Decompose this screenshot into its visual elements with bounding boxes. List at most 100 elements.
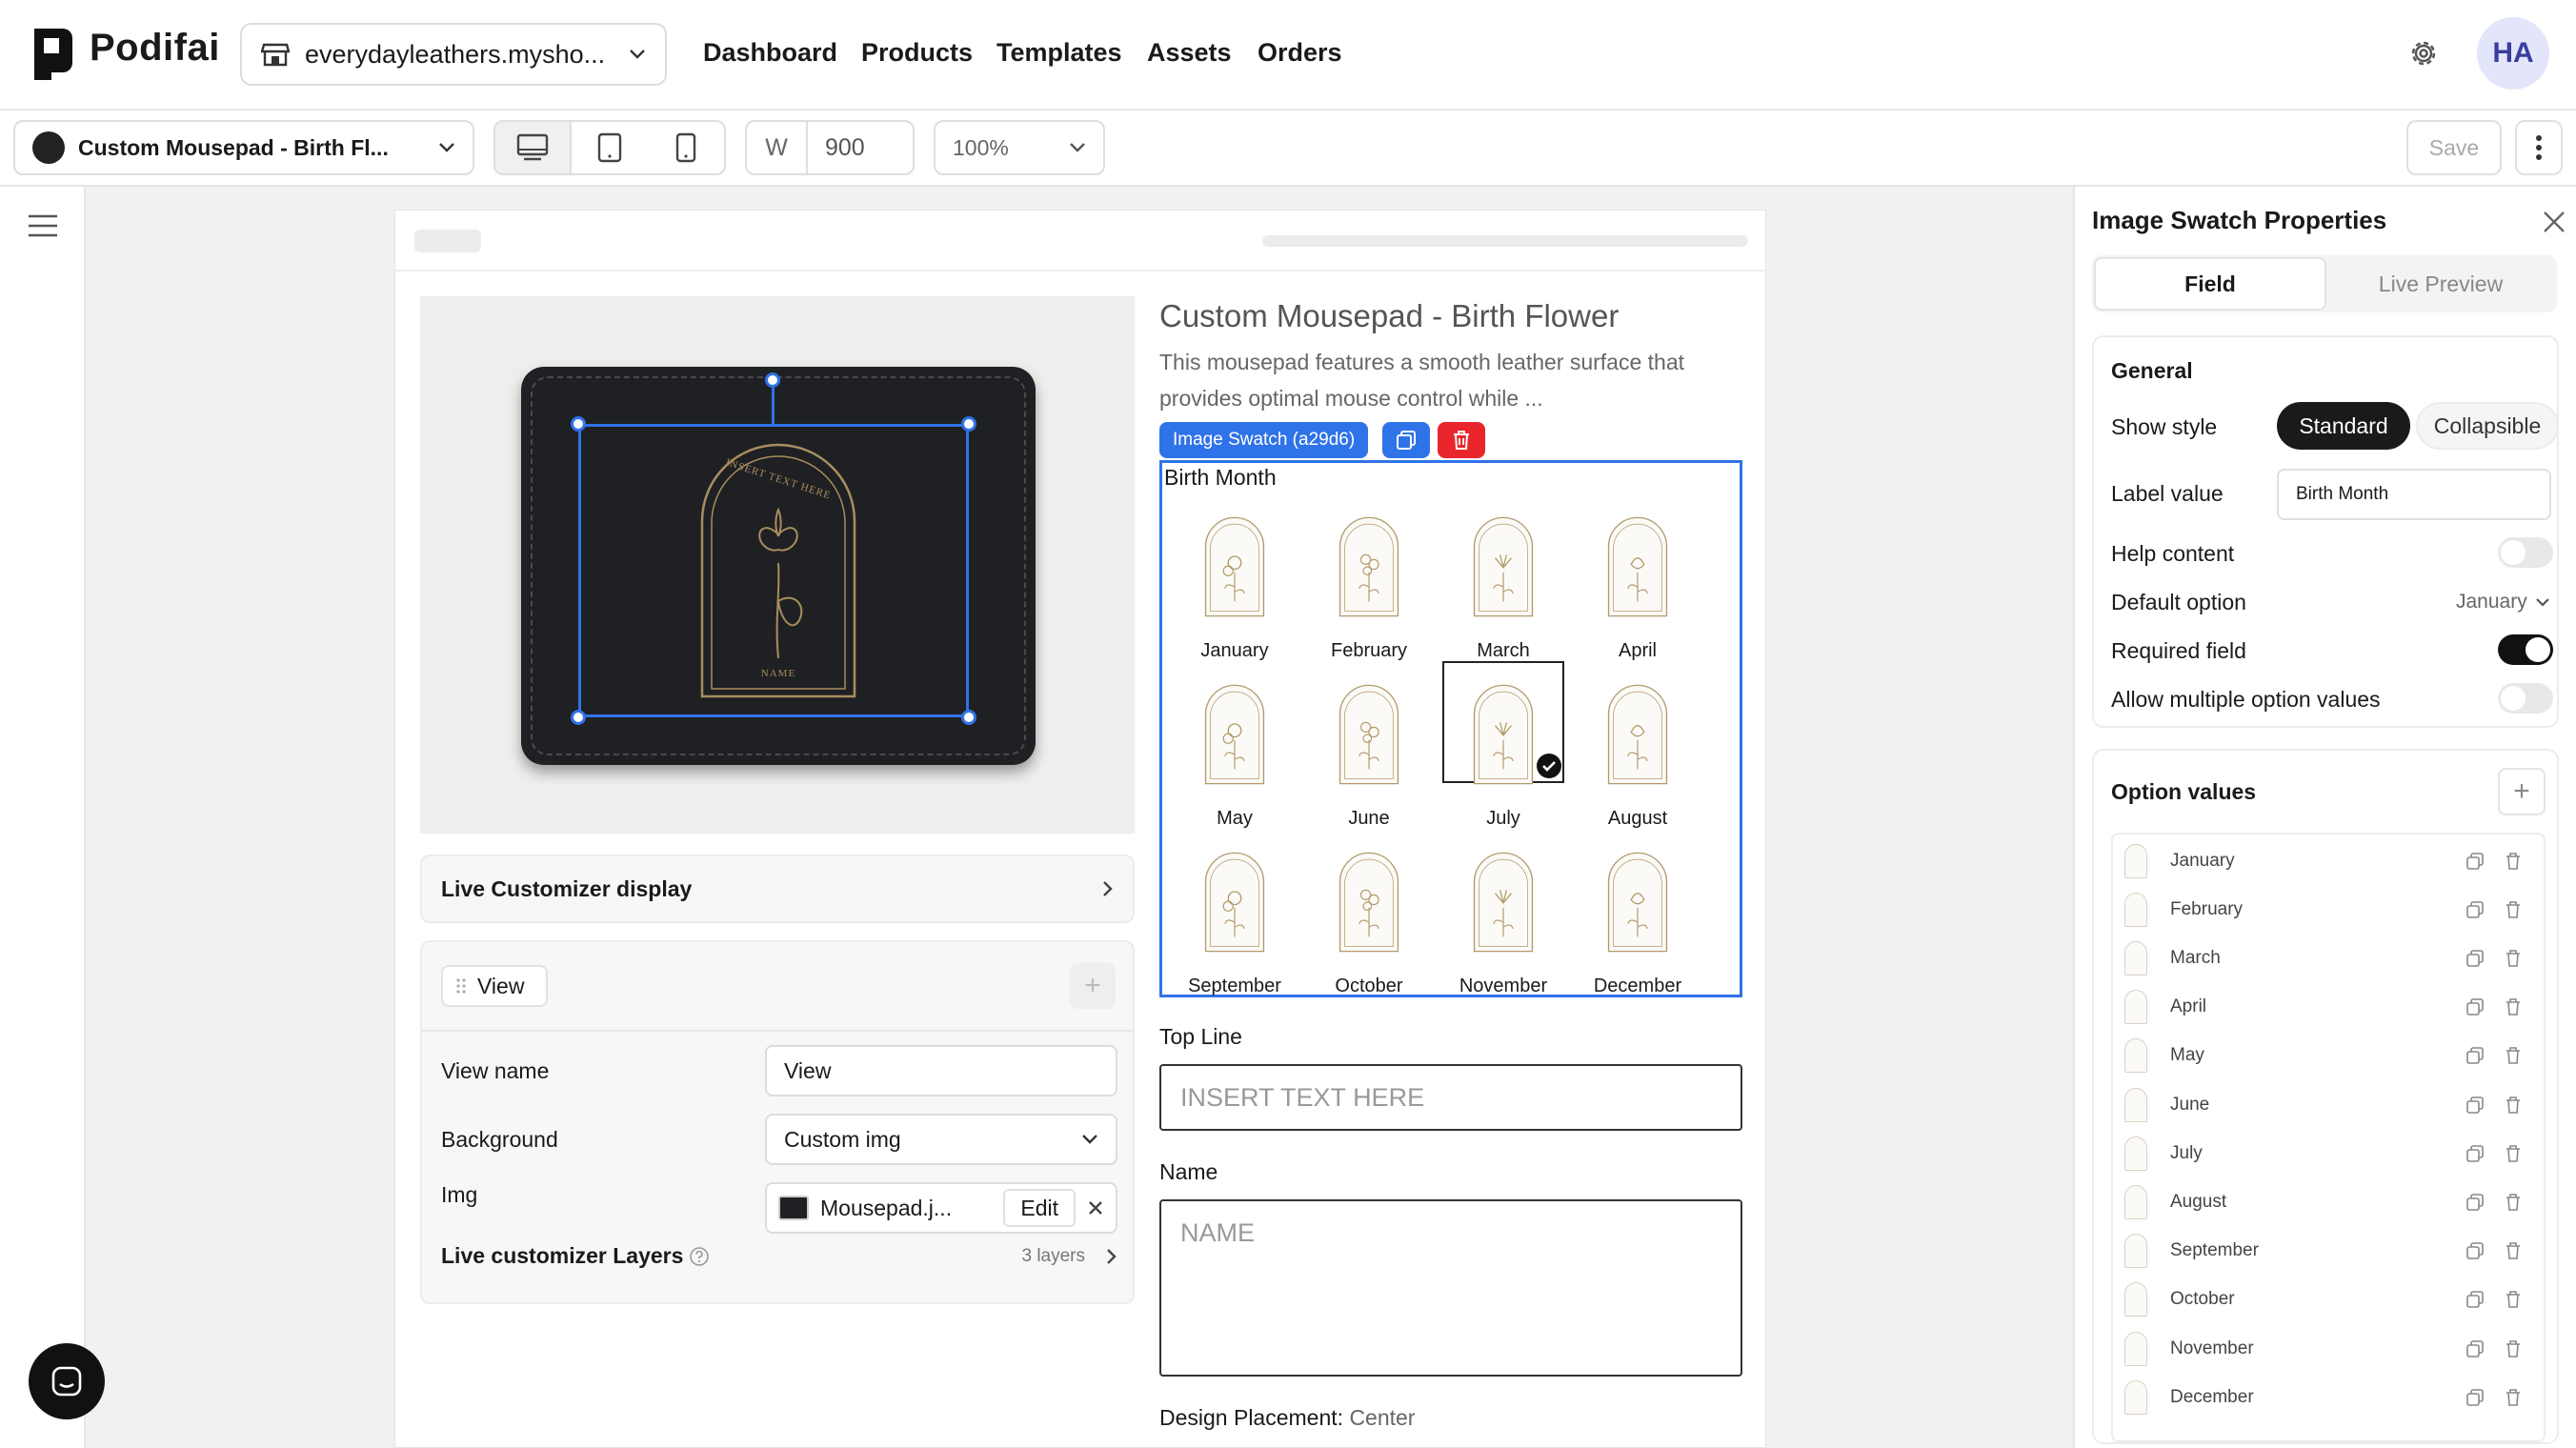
nav-products[interactable]: Products [861, 38, 973, 68]
swatch-option-august[interactable]: August [1577, 638, 1699, 829]
app-name[interactable]: Podifai [90, 27, 220, 70]
duplicate-option-button[interactable] [2456, 850, 2494, 873]
delete-option-button[interactable] [2494, 1044, 2532, 1067]
swatch-option-december[interactable]: December [1577, 806, 1699, 996]
option-value-row[interactable]: April [2113, 983, 2544, 1032]
live-customizer-display-row[interactable]: Live Customizer display [420, 855, 1135, 923]
show-style-standard[interactable]: Standard [2277, 402, 2410, 450]
resize-handle-top-right[interactable] [961, 416, 976, 432]
delete-option-button[interactable] [2494, 996, 2532, 1018]
option-value-row[interactable]: May [2113, 1032, 2544, 1080]
store-selector[interactable]: everydayleathers.mysho... [240, 23, 667, 86]
nav-templates[interactable]: Templates [996, 38, 1122, 68]
delete-option-button[interactable] [2494, 1337, 2532, 1360]
option-value-row[interactable]: August [2113, 1177, 2544, 1226]
img-edit-button[interactable]: Edit [1003, 1189, 1076, 1227]
add-option-button[interactable]: + [2498, 768, 2546, 815]
duplicate-option-button[interactable] [2456, 1044, 2494, 1067]
chat-launcher-button[interactable] [29, 1343, 105, 1419]
background-select[interactable]: Custom img [765, 1114, 1117, 1165]
swatch-option-may[interactable]: May [1174, 638, 1296, 829]
duplicate-option-button[interactable] [2456, 1288, 2494, 1311]
canvas-width-input[interactable]: W 900 [745, 120, 915, 175]
option-value-row[interactable]: June [2113, 1080, 2544, 1129]
swatch-option-february[interactable]: February [1308, 471, 1430, 661]
product-selector[interactable]: Custom Mousepad - Birth Fl... [13, 120, 474, 175]
duplicate-option-button[interactable] [2456, 1239, 2494, 1262]
view-name-input[interactable]: View [765, 1045, 1117, 1096]
option-value-row[interactable]: January [2113, 836, 2544, 885]
delete-option-button[interactable] [2494, 1191, 2532, 1214]
selected-element-tag[interactable]: Image Swatch (a29d6) [1159, 422, 1369, 458]
nav-assets[interactable]: Assets [1147, 38, 1232, 68]
allow-multiple-toggle[interactable] [2498, 683, 2553, 714]
view-chip[interactable]: View [441, 965, 548, 1007]
delete-option-button[interactable] [2494, 1386, 2532, 1409]
tab-field[interactable]: Field [2094, 257, 2326, 311]
desktop-view-button[interactable] [495, 122, 573, 173]
rotation-handle[interactable] [765, 372, 780, 388]
save-button[interactable]: Save [2406, 120, 2502, 175]
duplicate-element-button[interactable] [1382, 422, 1430, 458]
add-view-button[interactable]: + [1070, 963, 1116, 1009]
more-options-button[interactable] [2515, 120, 2563, 175]
delete-element-button[interactable] [1438, 422, 1485, 458]
option-value-row[interactable]: November [2113, 1324, 2544, 1373]
duplicate-option-button[interactable] [2456, 996, 2494, 1018]
tablet-view-button[interactable] [572, 122, 648, 173]
option-value-row[interactable]: October [2113, 1276, 2544, 1324]
delete-option-button[interactable] [2494, 947, 2532, 970]
duplicate-option-button[interactable] [2456, 1337, 2494, 1360]
swatch-option-january[interactable]: January [1174, 471, 1296, 661]
hamburger-menu-icon[interactable] [27, 213, 59, 238]
show-style-collapsible[interactable]: Collapsible [2416, 402, 2559, 450]
swatch-option-october[interactable]: October [1308, 806, 1430, 996]
delete-option-button[interactable] [2494, 1142, 2532, 1165]
default-option-select[interactable]: January [2456, 591, 2550, 613]
swatch-option-september[interactable]: September [1174, 806, 1296, 996]
top-line-input[interactable]: INSERT TEXT HERE [1159, 1064, 1742, 1131]
duplicate-option-button[interactable] [2456, 1191, 2494, 1214]
help-content-toggle[interactable] [2498, 537, 2553, 568]
close-icon[interactable] [2542, 210, 2566, 234]
option-value-row[interactable]: December [2113, 1373, 2544, 1421]
option-value-row[interactable]: July [2113, 1129, 2544, 1177]
option-value-row[interactable]: September [2113, 1227, 2544, 1276]
duplicate-option-button[interactable] [2456, 947, 2494, 970]
delete-option-button[interactable] [2494, 1094, 2532, 1116]
help-circle-icon[interactable] [689, 1246, 710, 1267]
resize-handle-bottom-left[interactable] [571, 710, 586, 725]
delete-option-button[interactable] [2494, 850, 2532, 873]
swatch-option-july[interactable]: July [1442, 638, 1564, 829]
drag-handle-icon[interactable] [456, 977, 466, 995]
swatch-option-june[interactable]: June [1308, 638, 1430, 829]
tab-live-preview[interactable]: Live Preview [2326, 257, 2555, 311]
duplicate-option-button[interactable] [2456, 1142, 2494, 1165]
delete-option-button[interactable] [2494, 1288, 2532, 1311]
resize-handle-bottom-right[interactable] [961, 710, 976, 725]
gear-icon[interactable] [2406, 36, 2441, 70]
user-avatar[interactable]: HA [2477, 17, 2549, 90]
name-textarea[interactable]: NAME [1159, 1199, 1742, 1377]
podifai-logo-icon[interactable] [30, 25, 74, 82]
swatch-option-april[interactable]: April [1577, 471, 1699, 661]
swatch-option-march[interactable]: March [1442, 471, 1564, 661]
zoom-selector[interactable]: 100% [934, 120, 1105, 175]
delete-option-button[interactable] [2494, 898, 2532, 921]
width-value[interactable]: 900 [808, 134, 865, 162]
label-value-input[interactable]: Birth Month [2277, 469, 2551, 520]
duplicate-option-button[interactable] [2456, 1094, 2494, 1116]
mobile-view-button[interactable] [648, 122, 724, 173]
option-value-row[interactable]: February [2113, 885, 2544, 934]
duplicate-option-button[interactable] [2456, 1386, 2494, 1409]
image-swatch-field[interactable]: Birth Month January February March April May… [1159, 460, 1742, 997]
close-icon[interactable] [1087, 1199, 1104, 1217]
required-field-toggle[interactable] [2498, 634, 2553, 665]
swatch-option-november[interactable]: November [1442, 806, 1564, 996]
live-customizer-layers-row[interactable]: Live customizer Layers 3 layers [441, 1243, 1117, 1269]
nav-dashboard[interactable]: Dashboard [703, 38, 837, 68]
resize-handle-top-left[interactable] [571, 416, 586, 432]
layer-selection-box[interactable] [578, 424, 969, 717]
delete-option-button[interactable] [2494, 1239, 2532, 1262]
option-value-row[interactable]: March [2113, 934, 2544, 982]
